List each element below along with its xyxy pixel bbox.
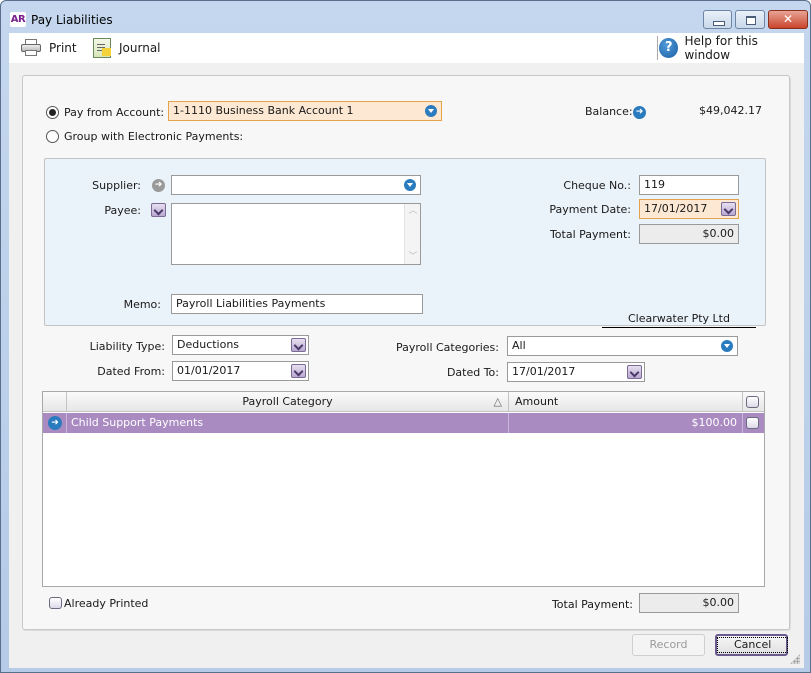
dated-to-label: Dated To: [446, 366, 499, 379]
print-button[interactable]: Print [21, 37, 77, 59]
dated-from-input[interactable]: 01/01/2017 [172, 361, 309, 381]
print-label: Print [49, 41, 77, 55]
content-area: Pay from Account: 1-1110 Business Bank A… [9, 63, 804, 668]
table-row[interactable]: Child Support Payments $100.00 [43, 413, 764, 433]
payment-date-value: 17/01/2017 [644, 202, 708, 215]
pay-from-account-label: Pay from Account: [64, 106, 165, 119]
already-printed-checkbox[interactable] [49, 597, 62, 609]
app-logo-icon: AR [10, 12, 26, 27]
record-button[interactable]: Record [632, 634, 705, 656]
chevron-down-icon[interactable] [721, 340, 733, 352]
close-button[interactable]: ✕ [768, 10, 808, 29]
resize-grip[interactable] [790, 654, 800, 664]
cheque-no-label: Cheque No.: [563, 179, 631, 192]
journal-button[interactable]: Journal [93, 37, 161, 59]
row-selector[interactable] [43, 413, 67, 433]
header-select-all-checkbox[interactable] [746, 396, 759, 408]
minimize-button[interactable] [703, 10, 732, 29]
footer-total-payment-field: $0.00 [639, 593, 739, 613]
toolbar: Print Journal ? Help for this window [9, 33, 804, 63]
memo-value: Payroll Liabilities Payments [176, 297, 326, 310]
main-panel: Pay from Account: 1-1110 Business Bank A… [22, 75, 790, 630]
payroll-categories-value: All [512, 339, 526, 352]
printer-icon [21, 39, 41, 57]
group-electronic-payments-radio[interactable] [46, 130, 59, 143]
memo-label: Memo: [123, 298, 161, 311]
window-title: Pay Liabilities [31, 13, 113, 27]
help-button[interactable]: ? Help for this window [659, 34, 804, 62]
grid-header-selector [43, 392, 67, 412]
total-payment-label: Total Payment: [549, 228, 631, 241]
already-printed-label: Already Printed [64, 597, 149, 610]
cheque-no-input[interactable]: 119 [639, 175, 739, 195]
supplier-select[interactable] [171, 175, 421, 195]
column-header-amount[interactable]: Amount [509, 392, 743, 412]
cheque-no-value: 119 [644, 178, 665, 191]
pay-from-account-value: 1-1110 Business Bank Account 1 [173, 104, 354, 117]
balance-arrow-icon[interactable] [633, 106, 646, 119]
dated-from-value: 01/01/2017 [177, 364, 241, 377]
payment-details-box: Supplier: Payee: ︿ ﹀ Memo: Pay [44, 158, 766, 328]
chevron-down-icon[interactable] [291, 338, 306, 352]
liability-type-select[interactable]: Deductions [172, 335, 309, 355]
close-icon: ✕ [782, 12, 794, 26]
supplier-arrow-icon[interactable] [152, 179, 165, 192]
chevron-down-icon[interactable] [404, 179, 416, 191]
maximize-button[interactable] [735, 10, 765, 29]
payee-textarea[interactable]: ︿ ﹀ [171, 203, 421, 265]
help-icon: ? [659, 38, 679, 58]
company-name: Clearwater Pty Ltd [602, 312, 756, 328]
footer-total-payment-value: $0.00 [702, 596, 735, 609]
total-payment-value: $0.00 [702, 227, 735, 240]
dated-to-input[interactable]: 17/01/2017 [507, 362, 645, 382]
cancel-button[interactable]: Cancel [715, 634, 789, 656]
row-payroll-category: Child Support Payments [67, 413, 509, 433]
help-label: Help for this window [684, 34, 758, 62]
calendar-dropdown-icon[interactable] [721, 202, 736, 216]
payment-date-label: Payment Date: [549, 203, 631, 216]
liabilities-grid: Payroll Category △ Amount Child Support … [42, 391, 765, 587]
title-bar[interactable]: AR Pay Liabilities ✕ [1, 1, 810, 33]
payee-scrollbar[interactable]: ︿ ﹀ [404, 204, 420, 264]
payroll-categories-label: Payroll Categories: [395, 341, 499, 354]
liability-type-value: Deductions [177, 338, 240, 351]
journal-label: Journal [119, 41, 161, 55]
calendar-dropdown-icon[interactable] [627, 365, 642, 379]
toolbar-divider [657, 36, 658, 60]
pay-from-account-select[interactable]: 1-1110 Business Bank Account 1 [168, 101, 442, 121]
dated-from-label: Dated From: [97, 365, 165, 378]
dated-to-value: 17/01/2017 [512, 365, 576, 378]
pay-from-account-radio[interactable] [46, 106, 59, 119]
pay-liabilities-window: AR Pay Liabilities ✕ Print Journal ? Hel… [0, 0, 811, 673]
payee-label: Payee: [104, 204, 141, 217]
column-header-payroll-category[interactable]: Payroll Category △ [67, 392, 509, 412]
liability-type-label: Liability Type: [89, 340, 165, 353]
payroll-categories-select[interactable]: All [507, 336, 738, 356]
grid-header: Payroll Category △ Amount [43, 392, 764, 412]
row-pay-checkbox[interactable] [746, 417, 759, 429]
sort-ascending-icon[interactable]: △ [494, 392, 502, 412]
payee-dropdown-icon[interactable] [151, 203, 166, 217]
journal-icon [93, 38, 111, 58]
balance-label: Balance: [585, 105, 633, 118]
scroll-up-icon[interactable]: ︿ [405, 204, 421, 218]
scroll-down-icon[interactable]: ﹀ [405, 250, 421, 264]
row-amount: $100.00 [509, 413, 743, 433]
memo-input[interactable]: Payroll Liabilities Payments [171, 294, 423, 314]
footer-total-payment-label: Total Payment: [551, 598, 633, 611]
balance-value: $49,042.17 [699, 104, 762, 117]
supplier-label: Supplier: [92, 179, 141, 192]
payment-date-input[interactable]: 17/01/2017 [639, 199, 739, 219]
group-electronic-payments-label: Group with Electronic Payments: [64, 130, 244, 143]
total-payment-field: $0.00 [639, 224, 739, 244]
chevron-down-icon[interactable] [425, 105, 437, 117]
row-arrow-icon [48, 416, 62, 430]
calendar-dropdown-icon[interactable] [291, 364, 306, 378]
